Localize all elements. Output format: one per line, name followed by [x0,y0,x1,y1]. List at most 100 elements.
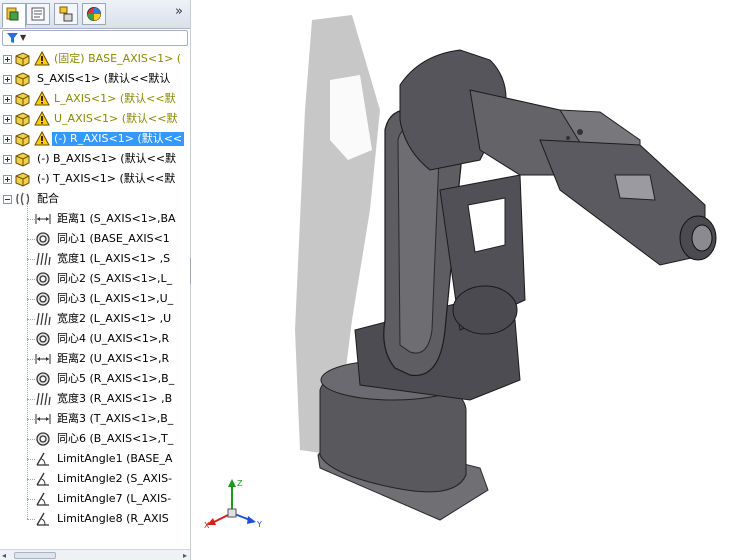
part-component-icon [15,172,30,187]
mate-row[interactable]: LimitAngle7 (L_AXIS- [0,489,190,509]
part-component-icon [15,132,30,147]
mate-row[interactable]: 距离3 (T_AXIS<1>,B_ [0,409,190,429]
expand-icon[interactable] [3,95,12,104]
mate-row[interactable]: 同心4 (U_AXIS<1>,R [0,329,190,349]
mate-label: 同心5 (R_AXIS<1>,B_ [57,372,175,385]
concentric-mate-icon [36,232,50,246]
part-component-icon [15,52,30,67]
component-label: (-) B_AXIS<1> (默认<<默 [37,152,177,165]
graphics-viewport[interactable] [191,0,735,560]
expand-icon[interactable] [3,115,12,124]
component-label: U_AXIS<1> (默认<<默 [54,112,178,125]
mate-row[interactable]: 宽度2 (L_AXIS<1> ,U [0,309,190,329]
wrist-panel [614,174,656,201]
component-row[interactable]: (固定) BASE_AXIS<1> ( [0,49,190,69]
triad-origin [227,508,237,518]
mate-row[interactable]: 宽度3 (R_AXIS<1> ,B [0,389,190,409]
s-axis-motor [452,285,518,335]
component-row[interactable]: U_AXIS<1> (默认<<默 [0,109,190,129]
width-mate-icon [36,312,51,326]
limit-angle-mate-icon [36,452,49,466]
mate-label: LimitAngle2 (S_AXIS- [57,472,173,485]
limit-angle-mate-icon [36,472,49,486]
mates-folder-label: 配合 [37,192,59,205]
propertymanager-tab[interactable] [26,3,50,25]
concentric-mate-icon [36,332,50,346]
mates-folder-row[interactable]: 配合 [0,189,190,209]
expand-icon[interactable] [3,155,12,164]
component-label: L_AXIS<1> (默认<<默 [54,92,176,105]
component-row[interactable]: (-) R_AXIS<1> (默认<< [0,129,190,149]
manager-tab-bar: » [0,0,190,29]
r-axis-wrist [539,139,706,266]
concentric-mate-icon [36,432,50,446]
coordinate-triad: Z X Y [204,479,262,530]
mate-row[interactable]: 宽度1 (L_AXIS<1> ,S [0,249,190,269]
mate-label: 距离3 (T_AXIS<1>,B_ [57,412,174,425]
mate-row[interactable]: 同心3 (L_AXIS<1>,U_ [0,289,190,309]
expand-icon[interactable] [3,55,12,64]
mate-row[interactable]: 同心6 (B_AXIS<1>,T_ [0,429,190,449]
scroll-right-icon[interactable]: ▸ [183,551,187,560]
triad-x-label: X [204,521,210,530]
component-row[interactable]: (-) T_AXIS<1> (默认<<默 [0,169,190,189]
mate-row[interactable]: LimitAngle8 (R_AXIS [0,509,190,529]
mate-label: 宽度1 (L_AXIS<1> ,S [57,252,171,265]
concentric-mate-icon [36,272,50,286]
mate-row[interactable]: 同心5 (R_AXIS<1>,B_ [0,369,190,389]
robot-arm-model[interactable] [191,0,735,560]
filter-dropdown-icon[interactable]: ▼ [20,33,26,42]
configurationmanager-tab[interactable] [54,3,78,25]
collapse-icon[interactable] [3,195,12,204]
display-manager-icon [87,7,101,21]
warning-icon [34,51,50,66]
mate-label: 同心6 (B_AXIS<1>,T_ [57,432,174,445]
mate-row[interactable]: LimitAngle2 (S_AXIS- [0,469,190,489]
expand-icon[interactable] [3,75,12,84]
limit-angle-mate-icon [36,492,49,506]
link-opening [467,197,506,253]
limit-angle-mate-icon [36,512,49,526]
mate-row[interactable]: 同心1 (BASE_AXIS<1 [0,229,190,249]
mate-label: 同心3 (L_AXIS<1>,U_ [57,292,174,305]
mate-label: LimitAngle8 (R_AXIS [57,512,169,525]
mate-row[interactable]: 距离1 (S_AXIS<1>,BA [0,209,190,229]
concentric-mate-icon [36,292,50,306]
distance-mate-icon [35,214,51,224]
triad-z-label: Z [237,479,243,488]
scroll-left-icon[interactable]: ◂ [2,551,6,560]
mate-label: 同心4 (U_AXIS<1>,R [57,332,170,345]
part-component-icon [15,112,30,127]
component-row[interactable]: (-) B_AXIS<1> (默认<<默 [0,149,190,169]
mate-row[interactable]: LimitAngle1 (BASE_A [0,449,190,469]
mate-label: LimitAngle7 (L_AXIS- [57,492,172,505]
mate-row[interactable]: 距离2 (U_AXIS<1>,R [0,349,190,369]
width-mate-icon [36,392,51,406]
mate-label: LimitAngle1 (BASE_A [57,452,173,465]
horizontal-scrollbar[interactable]: ◂ ▸ [0,549,190,560]
mates-folder-icon [16,192,30,206]
appearance-tab[interactable] [82,3,106,25]
scrollbar-thumb[interactable] [14,552,56,559]
mate-label: 距离2 (U_AXIS<1>,R [57,352,170,365]
collapse-panel-button[interactable]: » [172,5,186,20]
featuremanager-tree-icon [6,7,19,21]
mate-row[interactable]: 同心2 (S_AXIS<1>,L_ [0,269,190,289]
mate-label: 同心1 (BASE_AXIS<1 [57,232,170,245]
warning-icon [34,111,50,126]
component-row[interactable]: S_AXIS<1> (默认<<默认 [0,69,190,89]
tree-filter-bar: ▼ [0,29,190,47]
triad-y-label: Y [256,520,262,529]
expand-icon[interactable] [3,175,12,184]
warning-icon [34,91,50,106]
component-label: S_AXIS<1> (默认<<默认 [37,72,171,85]
expand-icon[interactable] [3,135,12,144]
component-row[interactable]: L_AXIS<1> (默认<<默 [0,89,190,109]
mate-label: 宽度2 (L_AXIS<1> ,U [57,312,172,325]
width-mate-icon [36,252,51,266]
warning-icon [34,131,50,146]
filter-input[interactable]: ▼ [2,30,188,46]
featuremanager-tab[interactable] [2,3,26,28]
distance-mate-icon [35,354,51,364]
component-label: (-) T_AXIS<1> (默认<<默 [37,172,176,185]
